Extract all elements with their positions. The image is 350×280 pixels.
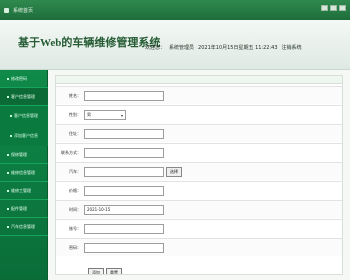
sidebar-item-cars[interactable]: 汽车信息管理 <box>0 218 48 236</box>
sidebar-item-repair-info[interactable]: 维修信息管理 <box>0 164 48 182</box>
gender-select[interactable]: 男 ▾ <box>84 109 126 120</box>
form-row-car: 汽车： 选择 <box>56 162 342 180</box>
bullet-icon <box>7 207 9 210</box>
sidebar: 修改密码 客户信息管理 客户信息管理 添加客户信息 保修管理 维修信息管理 维修… <box>0 70 48 280</box>
form-label: 汽车： <box>69 168 81 174</box>
user-role: 系统管理员 <box>169 45 195 51</box>
form-row-price: 价格： <box>56 181 342 199</box>
form-row-contact: 联系方式： <box>56 143 342 161</box>
content-area: 姓名： 性别： 男 ▾ 住址： 联系方式： 汽车： 选择 价格： 时间： 202… <box>48 70 350 280</box>
sidebar-subitem-add-customer[interactable]: 添加客户信息 <box>0 126 48 146</box>
panel-header <box>56 76 342 84</box>
page-header: 基于Web的车辆维修管理系统 欢迎您： 系统管理员 2021年10月15日星期五… <box>0 20 350 70</box>
chevron-down-icon: ▾ <box>120 112 123 118</box>
select-car-button[interactable]: 选择 <box>166 166 182 177</box>
window-controls <box>321 5 346 11</box>
address-input[interactable] <box>84 128 164 139</box>
contact-input[interactable] <box>84 147 164 158</box>
close-button[interactable] <box>339 5 346 11</box>
form-panel: 姓名： 性别： 男 ▾ 住址： 联系方式： 汽车： 选择 价格： 时间： 202… <box>55 75 343 275</box>
form-label: 联系方式： <box>61 149 81 155</box>
welcome-label: 欢迎您： <box>145 45 166 51</box>
app-icon <box>4 7 9 13</box>
form-label: 时间： <box>69 206 81 212</box>
system-title: 基于Web的车辆维修管理系统 <box>18 37 161 49</box>
bullet-icon <box>7 225 9 228</box>
form-row-password: 密码： <box>56 238 342 256</box>
form-label: 价格： <box>69 187 81 193</box>
account-input[interactable] <box>84 223 164 234</box>
bullet-icon <box>7 171 9 174</box>
sidebar-item-customer-info[interactable]: 客户信息管理 <box>0 88 48 106</box>
reset-button[interactable]: 重置 <box>106 268 122 274</box>
sidebar-item-label: 保修管理 <box>11 151 27 157</box>
sidebar-item-mechanic[interactable]: 维修工管理 <box>0 182 48 200</box>
bullet-icon <box>7 153 9 156</box>
sidebar-item-label: 汽车信息管理 <box>11 223 35 229</box>
datetime: 2021年10月15日星期五 11:22:43 <box>198 45 278 51</box>
form-label: 账号： <box>69 225 81 231</box>
form-row-name: 姓名： <box>56 86 342 104</box>
car-input[interactable] <box>84 166 164 177</box>
form-label: 姓名： <box>69 92 81 98</box>
bullet-icon <box>7 77 9 80</box>
add-button[interactable]: 添加 <box>88 268 104 274</box>
sidebar-item-parts[interactable]: 配件管理 <box>0 200 48 218</box>
sidebar-item-label: 配件管理 <box>11 205 27 211</box>
sidebar-subitem-label: 添加客户信息 <box>14 133 38 138</box>
window-titlebar: 系统首页 <box>0 0 350 20</box>
price-input[interactable] <box>84 185 164 196</box>
sidebar-item-label: 维修信息管理 <box>11 169 35 175</box>
time-input[interactable]: 2021-10-15 <box>84 204 164 215</box>
sidebar-item-label: 维修工管理 <box>11 187 31 193</box>
form-label: 住址： <box>69 130 81 136</box>
sidebar-subitem-label: 客户信息管理 <box>14 113 38 118</box>
bullet-icon <box>10 135 12 137</box>
bullet-icon <box>10 115 12 117</box>
sidebar-subitem-customer-manage[interactable]: 客户信息管理 <box>0 106 48 126</box>
sidebar-item-label: 客户信息管理 <box>11 93 35 99</box>
window-title: 系统首页 <box>13 7 34 14</box>
name-input[interactable] <box>84 90 164 101</box>
welcome-bar: 欢迎您： 系统管理员 2021年10月15日星期五 11:22:43 注销系统 <box>145 44 302 51</box>
minimize-button[interactable] <box>321 5 328 11</box>
sidebar-item-repair[interactable]: 保修管理 <box>0 146 48 164</box>
form-label: 性别： <box>69 111 81 117</box>
sidebar-item-label: 修改密码 <box>11 75 27 81</box>
maximize-button[interactable] <box>330 5 337 11</box>
password-input[interactable] <box>84 242 164 253</box>
form-row-time: 时间： 2021-10-15 <box>56 200 342 218</box>
gender-select-value: 男 <box>87 111 91 117</box>
form-actions: 添加 重置 <box>88 268 122 274</box>
form-label: 密码： <box>69 244 81 250</box>
logout-link[interactable]: 注销系统 <box>282 44 302 51</box>
form-row-address: 住址： <box>56 124 342 142</box>
sidebar-item-change-password[interactable]: 修改密码 <box>0 70 48 88</box>
bullet-icon <box>7 189 9 192</box>
bullet-icon <box>7 95 9 98</box>
form-row-account: 账号： <box>56 219 342 237</box>
form-row-gender: 性别： 男 ▾ <box>56 105 342 123</box>
